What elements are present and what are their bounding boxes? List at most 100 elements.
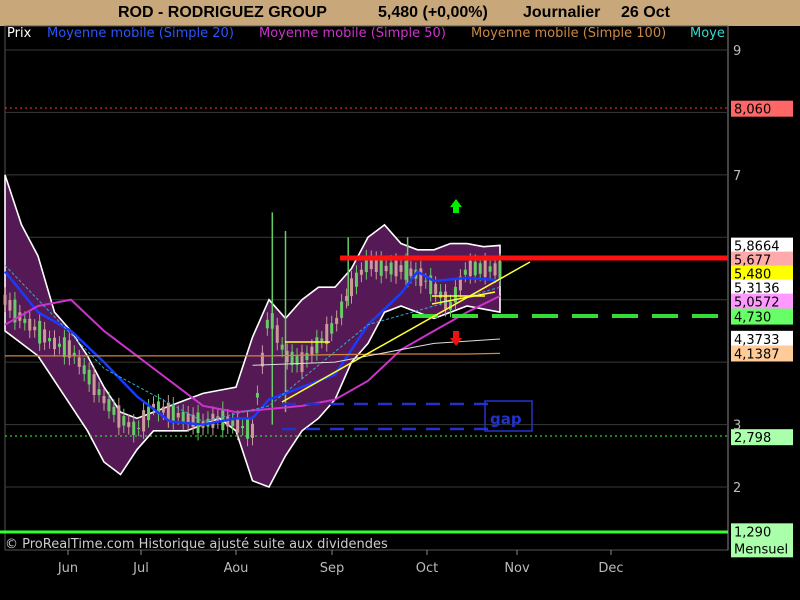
candle-body — [241, 426, 245, 429]
candle-body — [374, 258, 378, 272]
candle-body — [67, 340, 71, 358]
down-arrow-icon — [450, 331, 462, 346]
candle-body — [62, 337, 66, 358]
candle-body — [350, 278, 353, 297]
candle-body — [439, 291, 443, 298]
candle-body — [444, 291, 448, 310]
candle-body — [117, 405, 121, 428]
candle-body — [127, 422, 131, 428]
candle-body — [122, 416, 126, 426]
candle-body — [384, 265, 388, 272]
candle-body — [320, 338, 324, 341]
candle-body — [236, 417, 240, 433]
copyright-footer: © ProRealTime.com Historique ajusté suit… — [5, 537, 388, 552]
candle-body — [28, 318, 32, 331]
candle-body — [498, 260, 502, 279]
price-label-text: 1,290 — [734, 525, 771, 540]
candle-body — [132, 421, 136, 435]
candle-body — [359, 269, 363, 275]
candle-body — [43, 329, 47, 343]
candle-body — [3, 294, 7, 305]
candle-body — [181, 411, 185, 423]
candle-body — [340, 301, 344, 318]
candle-body — [112, 406, 116, 415]
price-label-text: 8,060 — [734, 103, 771, 118]
candle-body — [325, 324, 329, 345]
candle-body — [231, 420, 235, 427]
candle-body — [310, 346, 314, 356]
candle-body — [419, 268, 423, 287]
candle-body — [389, 262, 393, 275]
gap-label: gap — [490, 410, 522, 428]
candle-body — [38, 320, 42, 344]
y-tick-label: 7 — [733, 169, 741, 184]
candle-body — [255, 392, 259, 398]
legend: Prix Moyenne mobile (Simple 20) Moyenne … — [7, 26, 725, 41]
candle-body — [8, 300, 12, 311]
candle-body — [265, 319, 269, 329]
candle-body — [107, 399, 111, 412]
candle-body — [137, 427, 141, 429]
legend-ma100: Moyenne mobile (Simple 100) — [471, 26, 666, 41]
candle-body — [23, 318, 27, 324]
up-arrow-icon — [450, 199, 462, 213]
candle-body — [87, 369, 91, 385]
x-tick-label: Oct — [416, 561, 438, 576]
candle-body — [147, 406, 151, 421]
x-tick-label: Nov — [504, 561, 530, 576]
price-label-text: 2,798 — [734, 431, 771, 446]
candle-body — [335, 317, 339, 324]
candle-body — [483, 260, 487, 277]
candle-body — [290, 351, 294, 366]
price-label-sub: Mensuel — [734, 542, 788, 557]
price-label-text: 4,730 — [734, 311, 771, 326]
candle-body — [315, 337, 319, 354]
candle-body — [409, 268, 413, 276]
candle-body — [57, 343, 61, 347]
candle-body — [82, 365, 86, 374]
candle-body — [473, 261, 477, 276]
candle-body — [33, 326, 37, 331]
candle-body — [305, 352, 309, 361]
candle-body — [171, 404, 175, 423]
candle-body — [176, 412, 180, 418]
candle-body — [330, 323, 334, 334]
candle-body — [48, 338, 52, 342]
candle-body — [434, 283, 438, 295]
candle-body — [354, 272, 358, 287]
legend-price: Prix — [7, 26, 32, 41]
candle-body — [196, 412, 200, 433]
candle-body — [280, 344, 284, 350]
x-tick-label: Aou — [224, 561, 249, 576]
price-label-text: 4,1387 — [734, 347, 780, 362]
x-tick-label: Jul — [132, 561, 149, 576]
candle-body — [97, 389, 101, 396]
x-axis-labels: Jun Jul Aou Sep Oct Nov Dec — [57, 550, 624, 576]
candle-body — [379, 258, 383, 276]
x-tick-label: Jun — [57, 561, 78, 576]
x-tick-label: Dec — [598, 561, 623, 576]
candle-body — [399, 265, 403, 272]
candle-body — [77, 357, 81, 367]
candle-body — [211, 413, 215, 428]
candle-body — [53, 337, 56, 350]
price-label-text: 5,0572 — [734, 296, 780, 311]
candle-body — [488, 266, 492, 272]
legend-ma50: Moyenne mobile (Simple 50) — [259, 26, 446, 41]
candle-body — [166, 402, 170, 421]
candle-body — [478, 263, 482, 274]
y-tick-label: 2 — [733, 481, 741, 496]
candle-body — [468, 260, 472, 277]
candle-body — [463, 269, 467, 275]
price-chart[interactable]: gap 2379 Jun Jul Aou Sep Oct Nov Dec 8,0605,86… — [0, 0, 800, 600]
candle-body — [394, 260, 398, 277]
candle-body — [226, 416, 230, 427]
legend-more: Moye — [690, 26, 725, 41]
legend-ma20: Moyenne mobile (Simple 20) — [47, 26, 234, 41]
candle-body — [102, 396, 106, 404]
x-tick-label: Sep — [320, 561, 345, 576]
candle-body — [142, 410, 146, 432]
candle-body — [424, 280, 428, 282]
candle-body — [275, 325, 279, 343]
y-tick-label: 9 — [733, 44, 741, 59]
